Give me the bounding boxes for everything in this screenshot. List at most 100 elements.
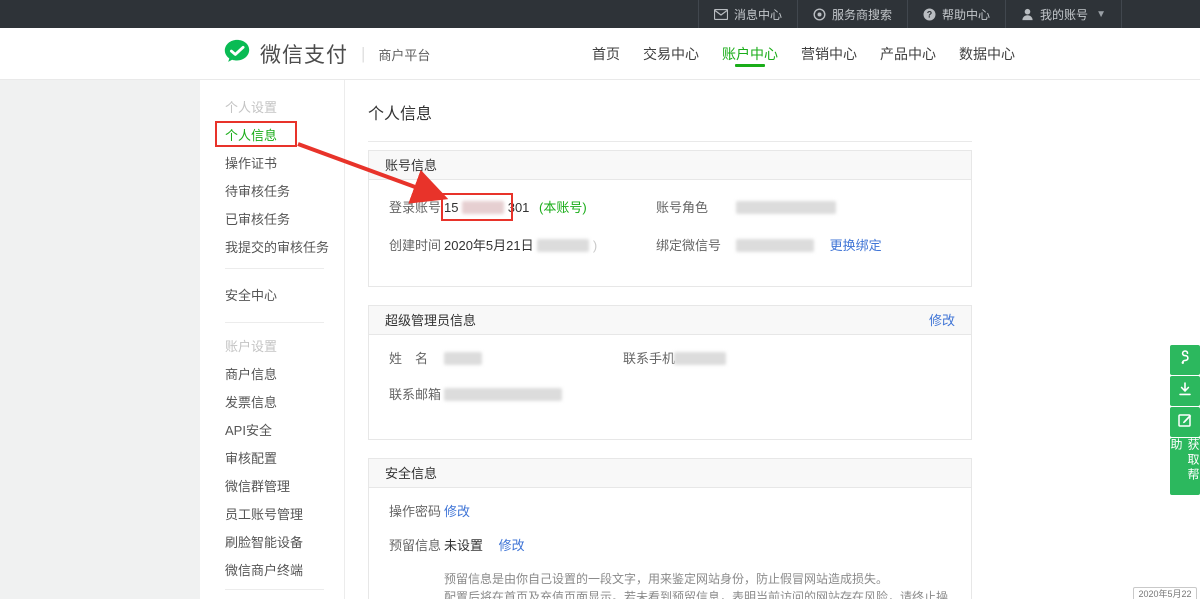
security-info-panel-body: 操作密码 修改 预留信息 未设置 修改 预留信息是由你自己设置的一段文字，用来鉴… [369, 488, 971, 599]
sidebar-item-face-smart-device[interactable]: 刷脸智能设备 [225, 529, 344, 557]
super-admin-panel: 超级管理员信息 修改 姓 名 联系手机 联系邮箱 [368, 305, 972, 440]
wechat-pay-logo-icon [222, 37, 252, 72]
super-admin-header-label: 超级管理员信息 [385, 313, 476, 328]
nav-home[interactable]: 首页 [592, 28, 620, 80]
service-provider-search-label: 服务商搜索 [832, 6, 892, 23]
active-nav-underline [735, 64, 765, 67]
change-binding-link[interactable]: 更换绑定 [830, 238, 882, 253]
operation-password-value: 修改 [444, 502, 470, 522]
brand-separator: | [361, 44, 365, 64]
admin-name-value [444, 349, 482, 369]
account-info-header-label: 账号信息 [385, 158, 437, 173]
message-icon [714, 9, 728, 20]
floating-toolbar: 获取帮助 [1170, 345, 1200, 495]
sidebar-item-operation-certificate[interactable]: 操作证书 [225, 150, 344, 178]
top-utility-items: 消息中心 服务商搜索 ? 帮助中心 我的账号 ▼ [698, 0, 1122, 28]
sidebar-item-invoice-info[interactable]: 发票信息 [225, 389, 344, 417]
redacted-account-role [736, 201, 836, 214]
search-icon [813, 8, 826, 21]
nav-transaction-center[interactable]: 交易中心 [643, 28, 699, 80]
account-info-panel-header: 账号信息 [369, 151, 971, 180]
security-info-panel-header: 安全信息 [369, 459, 971, 488]
sidebar-item-personal-info[interactable]: 个人信息 [225, 122, 344, 150]
sidebar-item-pending-review-tasks[interactable]: 待审核任务 [225, 178, 344, 206]
main-content: 个人信息 账号信息 登录账号 15 301 (本账号) 账号角色 [368, 80, 972, 599]
created-time-text: 2020年5月21日 [444, 238, 534, 253]
sidebar-item-wechat-merchant-terminal[interactable]: 微信商户终端 [225, 557, 344, 585]
sidebar-item-security-center[interactable]: 安全中心 [225, 282, 344, 310]
sidebar-item-api-security[interactable]: API安全 [225, 417, 344, 445]
help-center-link[interactable]: ? 帮助中心 [907, 0, 1005, 28]
created-time-value: 2020年5月21日 ) [444, 236, 597, 256]
sidebar-section-account-settings: 账户设置 [225, 333, 344, 361]
created-time-label: 创建时间 [389, 236, 441, 256]
super-admin-panel-body: 姓 名 联系手机 联系邮箱 [369, 335, 971, 439]
operation-password-label: 操作密码 [389, 502, 441, 522]
service-provider-search-link[interactable]: 服务商搜索 [797, 0, 907, 28]
nav-data-center-label: 数据中心 [959, 46, 1015, 62]
admin-phone-label: 联系手机 [623, 349, 675, 369]
reserve-info-status: 未设置 [444, 538, 483, 553]
current-account-tag: (本账号) [539, 200, 587, 215]
login-account-label: 登录账号 [389, 198, 441, 218]
redacted-admin-phone [674, 352, 726, 365]
nav-transaction-center-label: 交易中心 [643, 46, 699, 62]
sidebar-item-review-config[interactable]: 审核配置 [225, 445, 344, 473]
nav-account-center-label: 账户中心 [722, 46, 778, 62]
date-box: 2020年5月22日 [1133, 587, 1197, 599]
nav-marketing-center[interactable]: 营销中心 [801, 28, 857, 80]
account-info-panel-body: 登录账号 15 301 (本账号) 账号角色 创建时间 2020年 [369, 180, 971, 286]
page: 消息中心 服务商搜索 ? 帮助中心 我的账号 ▼ [0, 0, 1200, 599]
login-account-prefix: 15 [444, 200, 458, 215]
sidebar-item-my-submitted-tasks[interactable]: 我提交的审核任务 [225, 234, 344, 262]
reserve-info-description: 预留信息是由你自己设置的一段文字，用来鉴定网站身份，防止假冒网站造成损失。 配置… [444, 570, 971, 599]
admin-name-row: 姓 名 联系手机 [369, 349, 971, 385]
sidebar-divider [225, 268, 324, 269]
top-utility-bar: 消息中心 服务商搜索 ? 帮助中心 我的账号 ▼ [0, 0, 1200, 28]
redacted-admin-email [444, 388, 562, 401]
reserve-info-value: 未设置 修改 [444, 536, 525, 556]
operation-password-edit-link[interactable]: 修改 [444, 504, 470, 519]
sidebar-item-staff-account-management[interactable]: 员工账号管理 [225, 501, 344, 529]
reserve-info-label: 预留信息 [389, 536, 441, 556]
security-info-header-label: 安全信息 [385, 466, 437, 481]
admin-email-value [444, 385, 562, 405]
sidebar: 个人设置 个人信息 操作证书 待审核任务 已审核任务 我提交的审核任务 安全中心… [200, 80, 345, 599]
nav-product-center-label: 产品中心 [880, 46, 936, 62]
sidebar-item-wechat-group-management[interactable]: 微信群管理 [225, 473, 344, 501]
super-admin-panel-header: 超级管理员信息 修改 [369, 306, 971, 335]
message-center-link[interactable]: 消息中心 [698, 0, 797, 28]
account-icon [1021, 8, 1034, 21]
download-button[interactable] [1170, 376, 1200, 406]
super-admin-edit-link[interactable]: 修改 [929, 306, 955, 335]
account-role-label: 账号角色 [656, 198, 708, 218]
reserve-info-row: 预留信息 未设置 修改 [369, 536, 971, 570]
brand-name: 微信支付 [260, 39, 348, 69]
sidebar-item-reviewed-tasks[interactable]: 已审核任务 [225, 206, 344, 234]
admin-phone-value [674, 349, 726, 369]
nav-home-label: 首页 [592, 46, 620, 62]
contact-button[interactable] [1170, 345, 1200, 375]
sidebar-item-merchant-info[interactable]: 商户信息 [225, 361, 344, 389]
bound-wechat-value: 更换绑定 [736, 236, 882, 256]
download-icon [1177, 381, 1193, 402]
primary-nav: 首页 交易中心 账户中心 营销中心 产品中心 数据中心 [592, 28, 1015, 80]
get-help-button[interactable]: 获取帮助 [1170, 438, 1200, 495]
redacted-login-middle [462, 201, 504, 214]
reserve-info-edit-link[interactable]: 修改 [499, 538, 525, 553]
login-account-suffix: 301 [508, 200, 530, 215]
nav-data-center[interactable]: 数据中心 [959, 28, 1015, 80]
nav-account-center[interactable]: 账户中心 [722, 28, 778, 80]
help-icon: ? [923, 8, 936, 21]
left-gutter [0, 80, 200, 599]
message-center-label: 消息中心 [734, 6, 782, 23]
redacted-created-time [537, 239, 589, 252]
operation-password-row: 操作密码 修改 [369, 502, 971, 536]
my-account-menu[interactable]: 我的账号 ▼ [1005, 0, 1122, 28]
feedback-edit-icon [1177, 412, 1193, 433]
feedback-button[interactable] [1170, 407, 1200, 437]
sidebar-divider [225, 589, 324, 590]
nav-product-center[interactable]: 产品中心 [880, 28, 936, 80]
created-time-paren: ) [593, 238, 597, 253]
account-info-panel: 账号信息 登录账号 15 301 (本账号) 账号角色 [368, 150, 972, 287]
